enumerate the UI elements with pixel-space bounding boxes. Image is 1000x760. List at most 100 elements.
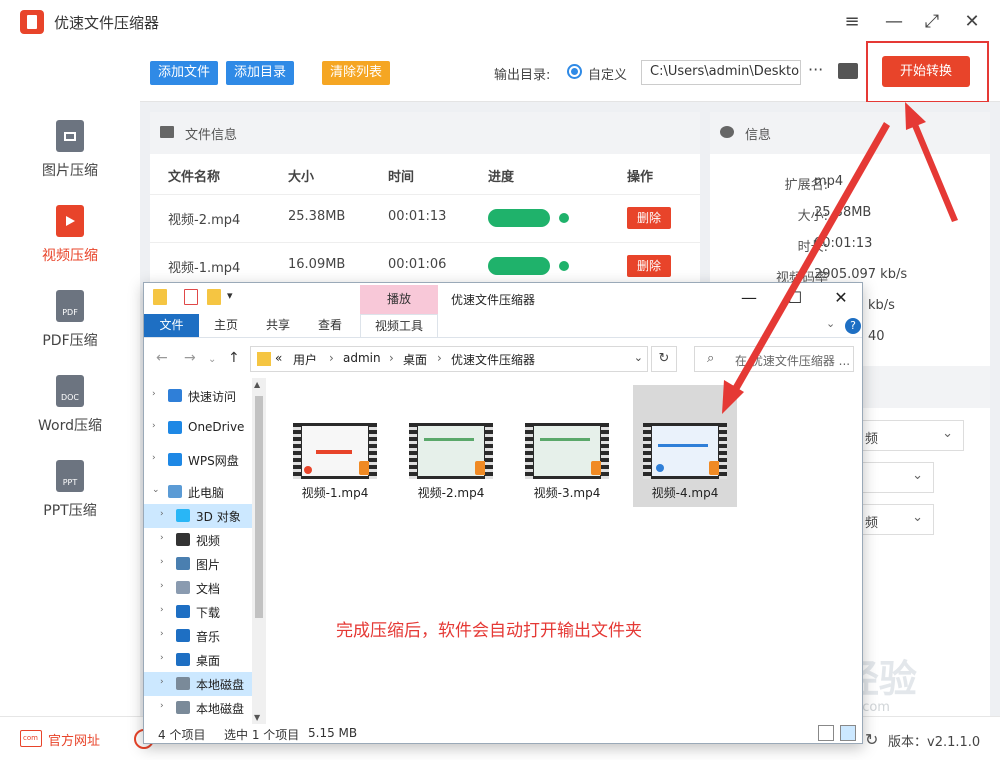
menu-icon[interactable]: ≡: [840, 10, 864, 34]
open-folder-icon[interactable]: [838, 63, 858, 79]
file-name: 视频-2.mp4: [417, 486, 485, 500]
file-tile-selected[interactable]: 视频-4.mp4: [633, 385, 737, 507]
nav-item-onedrive[interactable]: › OneDrive: [144, 416, 266, 440]
website-icon: [20, 730, 42, 747]
chevron-down-icon[interactable]: ⌄: [826, 317, 835, 330]
up-icon[interactable]: ↑: [228, 350, 240, 366]
file-tile[interactable]: 视频-3.mp4: [515, 390, 619, 506]
nav-item-this-pc[interactable]: ⌄ 此电脑: [144, 480, 266, 504]
explorer-title: 优速文件压缩器: [451, 293, 536, 307]
close-icon[interactable]: ✕: [960, 10, 984, 34]
tab-video-tools[interactable]: 视频工具: [360, 314, 438, 337]
video-thumbnail: [409, 423, 493, 479]
sidebar-item-image-compress[interactable]: 图片压缩: [0, 120, 140, 200]
folder-icon[interactable]: [153, 289, 167, 305]
chevron-down-icon[interactable]: ⌄: [634, 351, 643, 364]
breadcrumb[interactable]: 用户: [293, 351, 317, 368]
gear-icon: [720, 126, 734, 138]
ppt-file-icon: PPT: [56, 460, 84, 492]
nav-item-quick-access[interactable]: › 快速访问: [144, 384, 266, 408]
properties-icon[interactable]: [184, 289, 198, 305]
large-icons-view-icon[interactable]: [840, 725, 856, 741]
drive-icon: [176, 677, 190, 690]
nav-item-videos[interactable]: › 视频: [144, 528, 266, 552]
search-icon: ⌕: [707, 351, 715, 366]
sidebar-item-word-compress[interactable]: DOC Word压缩: [0, 375, 140, 455]
panel-title: 信息: [745, 128, 772, 143]
column-header: 时间: [388, 170, 415, 185]
cloud-icon: [168, 421, 182, 434]
maximize-icon[interactable]: ☐: [772, 285, 818, 311]
navigation-pane: › 快速访问 › OneDrive › WPS网盘 ⌄ 此电脑 › 3D 对象 › 视频 ›…: [144, 378, 266, 724]
custom-radio[interactable]: [567, 64, 582, 79]
breadcrumb[interactable]: admin: [343, 351, 381, 365]
breadcrumb[interactable]: 优速文件压缩器: [451, 351, 535, 368]
nav-item-local-disk[interactable]: › 本地磁盘: [144, 672, 266, 696]
add-dir-button[interactable]: 添加目录: [226, 61, 295, 85]
nav-item-downloads[interactable]: › 下载: [144, 600, 266, 624]
play-context-tab[interactable]: 播放: [360, 285, 438, 314]
breadcrumb[interactable]: 桌面: [403, 351, 427, 368]
address-bar[interactable]: « 用户 › admin › 桌面 › 优速文件压缩器 ⌄: [250, 346, 648, 372]
new-folder-icon[interactable]: [207, 289, 221, 305]
quick-access-dropdown[interactable]: ▾: [227, 289, 233, 302]
doc-file-icon: DOC: [56, 375, 84, 407]
add-file-button[interactable]: 添加文件: [150, 61, 219, 85]
sidebar-item-ppt-compress[interactable]: PPT PPT压缩: [0, 460, 140, 540]
chevron-down-icon: ⌄: [912, 510, 923, 525]
nav-item-music[interactable]: › 音乐: [144, 624, 266, 648]
check-icon: [559, 261, 569, 271]
forward-icon[interactable]: →: [184, 350, 196, 366]
search-input[interactable]: ⌕ 在 优速文件压缩器 ...: [694, 346, 854, 372]
minimize-icon[interactable]: —: [882, 10, 906, 34]
refresh-icon[interactable]: ↻: [651, 346, 677, 372]
sidebar-item-pdf-compress[interactable]: PDF PDF压缩: [0, 290, 140, 370]
scroll-down-icon: ▼: [254, 713, 261, 722]
delete-button[interactable]: 删除: [627, 207, 671, 229]
minimize-icon[interactable]: —: [726, 285, 772, 311]
drive-icon: [176, 701, 190, 714]
nav-item-3d-objects[interactable]: › 3D 对象: [144, 504, 266, 528]
table-row[interactable]: 视频-2.mp4 25.38MB 00:01:13 删除: [150, 194, 700, 242]
help-icon[interactable]: ?: [845, 318, 861, 334]
nav-scrollbar[interactable]: ▲ ▼: [252, 378, 266, 724]
download-icon: [176, 605, 190, 618]
recent-dropdown-icon[interactable]: ⌄: [208, 354, 216, 365]
video-file-icon: [56, 205, 84, 237]
status-bar: 4 个项目 选中 1 个项目 5.15 MB: [144, 724, 862, 743]
vlc-icon: [709, 461, 723, 475]
tab-view[interactable]: 查看: [310, 314, 350, 337]
cloud-icon: [168, 453, 182, 466]
video-thumbnail: [293, 423, 377, 479]
nav-item-pictures[interactable]: › 图片: [144, 552, 266, 576]
clear-list-button[interactable]: 清除列表: [322, 61, 391, 85]
tab-home[interactable]: 主页: [206, 314, 246, 337]
output-path-input[interactable]: C:\Users\admin\Deskto: [641, 60, 801, 85]
sidebar-item-video-compress[interactable]: 视频压缩: [0, 205, 140, 285]
nav-item-local-disk-2[interactable]: › 本地磁盘: [144, 696, 266, 720]
nav-item-wps-cloud[interactable]: › WPS网盘: [144, 448, 266, 472]
delete-button[interactable]: 删除: [627, 255, 671, 277]
website-link[interactable]: 官方网址: [48, 730, 100, 749]
details-view-icon[interactable]: [818, 725, 834, 741]
browse-more-button[interactable]: ···: [808, 60, 823, 79]
vlc-icon: [591, 461, 605, 475]
nav-item-documents[interactable]: › 文档: [144, 576, 266, 600]
star-icon: [168, 389, 182, 402]
title-bar: 优速文件压缩器 ≡ — ⤢ ✕: [0, 0, 1000, 44]
tab-file[interactable]: 文件: [144, 314, 199, 337]
panel-header: 文件信息: [150, 112, 700, 154]
breadcrumb[interactable]: «: [275, 351, 282, 365]
file-size: 16.09MB: [288, 257, 346, 272]
back-icon[interactable]: ←: [156, 350, 168, 366]
file-tile[interactable]: 视频-1.mp4: [283, 390, 387, 506]
file-list-area: 视频-1.mp4 视频-2.mp4 视频-3.mp4 视频-4.mp4: [267, 378, 862, 724]
close-icon[interactable]: ✕: [818, 285, 864, 311]
file-tile[interactable]: 视频-2.mp4: [399, 390, 503, 506]
refresh-icon[interactable]: ↻: [865, 730, 878, 749]
nav-item-desktop[interactable]: › 桌面: [144, 648, 266, 672]
tab-share[interactable]: 共享: [258, 314, 298, 337]
cube-icon: [176, 509, 190, 522]
sidebar: 图片压缩 视频压缩 PDF PDF压缩 DOC Word压缩 PPT PPT压缩: [0, 44, 140, 716]
maximize-icon[interactable]: ⤢: [920, 10, 944, 34]
